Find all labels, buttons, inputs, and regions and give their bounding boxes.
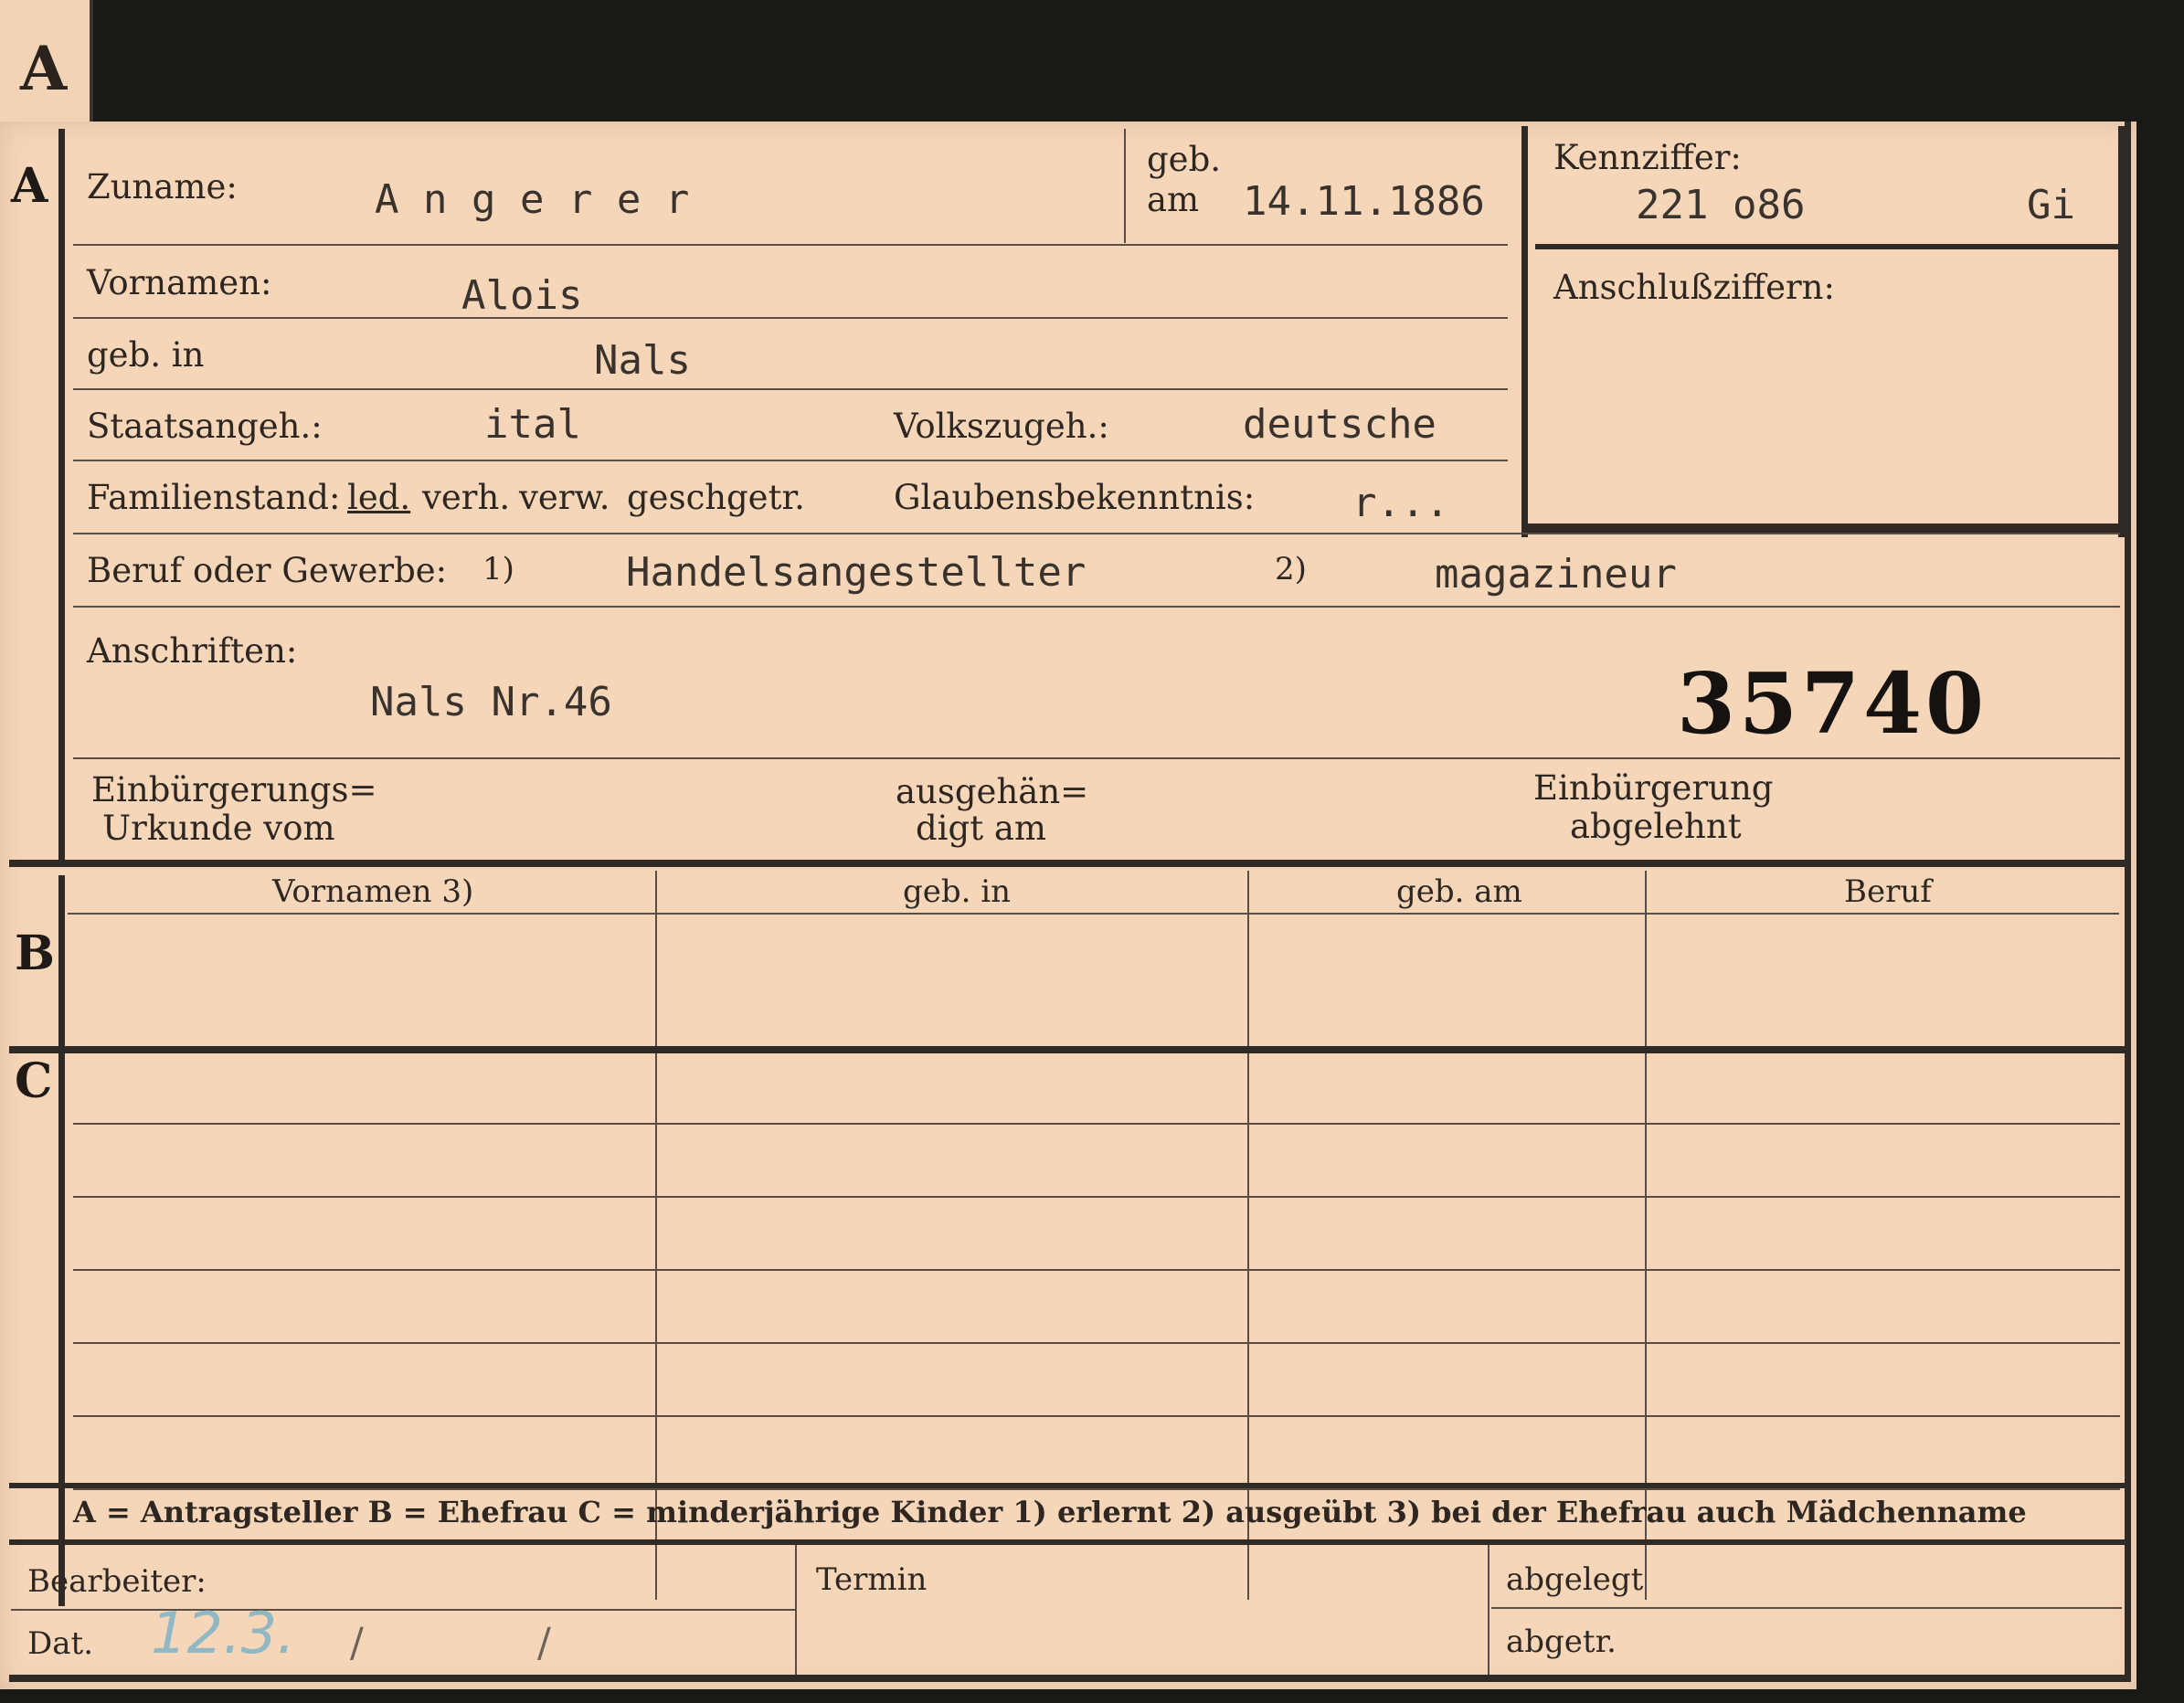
anschriften-label: Anschriften: [87,631,298,671]
termin-label: Termin [816,1561,928,1598]
staatsangeh-label: Staatsangeh.: [87,407,323,446]
c-row-line-4 [73,1342,2120,1344]
abgel-label-2: abgelehnt [1570,807,1742,846]
abgelegt-line [1491,1607,2122,1609]
einb-label-2: Urkunde vom [102,809,335,848]
am-label: am [1147,180,1200,219]
table-header-geb-in: geb. in [903,873,1012,910]
geb-am-value: 14.11.1886 [1243,178,1485,225]
zuname-label: Zuname: [87,167,238,206]
section-a-left-border [58,129,65,860]
volkszugeh-value: deutsche [1243,401,1437,448]
beruf-value-1: Handelsangestellter [626,549,1087,596]
c-row-line-2 [73,1196,2120,1198]
vornamen-label: Vornamen: [87,263,272,302]
line-geb-in [73,388,1508,390]
card-bottom-border [9,1675,2127,1682]
familienstand-option-led: led. [347,478,411,517]
einb-label-1: Einbürgerungs= [91,770,377,809]
section-letter-c: C [15,1053,53,1109]
section-letter-a: A [11,158,48,214]
abgetr-label: abgetr. [1506,1624,1617,1660]
table-header-vornamen: Vornamen 3) [272,873,474,910]
dat-slash-2: / [537,1620,551,1666]
tab-letter: A [20,33,68,104]
familienstand-option-verw: verw. [519,478,610,517]
dat-slash-1: / [350,1620,364,1666]
c-row-line-6 [73,1488,2120,1490]
ausgeh-label-1: ausgehän= [896,772,1089,811]
ausgeh-label-2: digt am [916,809,1046,848]
anschluss-label: Anschlußziffern: [1553,268,1835,307]
anschriften-value: Nals Nr.46 [370,679,612,725]
legend-bottom-border [9,1539,2125,1545]
volkszugeh-label: Volkszugeh.: [894,407,1109,446]
termin-divider [795,1545,797,1682]
beruf-label: Beruf oder Gewerbe: [87,551,448,590]
legend-top-border [9,1483,2125,1488]
kennziffer-value: 221 o86 [1636,182,1806,228]
footnote-1-marker: 1) [482,551,514,587]
dat-handwritten: 12.3. [151,1600,295,1666]
header-underline [68,913,2119,915]
kennziffer-left-border [1521,126,1528,537]
abgel-label-1: Einbürgerung [1533,768,1774,808]
abgelegt-label: abgelegt [1506,1561,1644,1598]
glaubens-value: r... [1352,480,1449,526]
section-letter-b: B [15,926,55,981]
kennziffer-initials: Gi [2027,182,2075,228]
vornamen-value: Alois [461,272,583,319]
card-right-border [2125,122,2131,1682]
dat-label: Dat. [27,1625,94,1662]
glaubens-label: Glaubensbekenntnis: [894,478,1256,517]
kennziffer-right-border [2118,126,2125,537]
table-header-beruf: Beruf [1844,873,1932,910]
familienstand-label: Familienstand: [87,478,341,517]
familienstand-option-gesch: gesch. [627,478,737,517]
geb-in-label: geb. in [87,335,205,375]
c-row-line-5 [73,1415,2120,1417]
zuname-value: A n g e r e r [375,176,690,223]
staatsangeh-value: ital [484,401,581,448]
separator-a-b [9,860,2125,867]
geb-in-value: Nals [594,337,691,384]
footnote-2-marker: 2) [1275,551,1307,587]
line-zuname [73,244,1508,246]
table-header-geb-am: geb. am [1396,873,1522,910]
familienstand-option-getr: getr. [726,478,805,517]
separator-b-c [9,1046,2125,1053]
line-anschriften [73,757,2120,759]
line-beruf [73,606,2120,608]
geb-label: geb. [1147,140,1222,179]
bearbeiter-line [11,1609,795,1611]
c-row-line-1 [73,1123,2120,1125]
geb-am-divider [1124,129,1126,243]
beruf-value-2: magazineur [1435,551,1677,598]
kennziffer-label: Kennziffer: [1553,138,1742,177]
kennziffer-divider [1535,244,2118,249]
index-tab: A [0,0,93,128]
line-vornamen [73,317,1508,319]
stamp-number: 35740 [1677,654,1988,753]
section-bc-left-border [58,875,65,1606]
abgelegt-divider [1488,1545,1490,1682]
registration-card: A B C Kennziffer: 221 o86 Gi Anschlußzif… [0,122,2136,1689]
line-staatsangeh [73,460,1508,461]
familienstand-option-verh: verh. [422,478,511,517]
kennziffer-bottom-border [1521,524,2125,533]
legend-text: A = Antragsteller B = Ehefrau C = minder… [73,1495,2027,1529]
line-familienstand [73,533,2120,534]
c-row-line-3 [73,1269,2120,1271]
bearbeiter-label: Bearbeiter: [27,1563,207,1600]
